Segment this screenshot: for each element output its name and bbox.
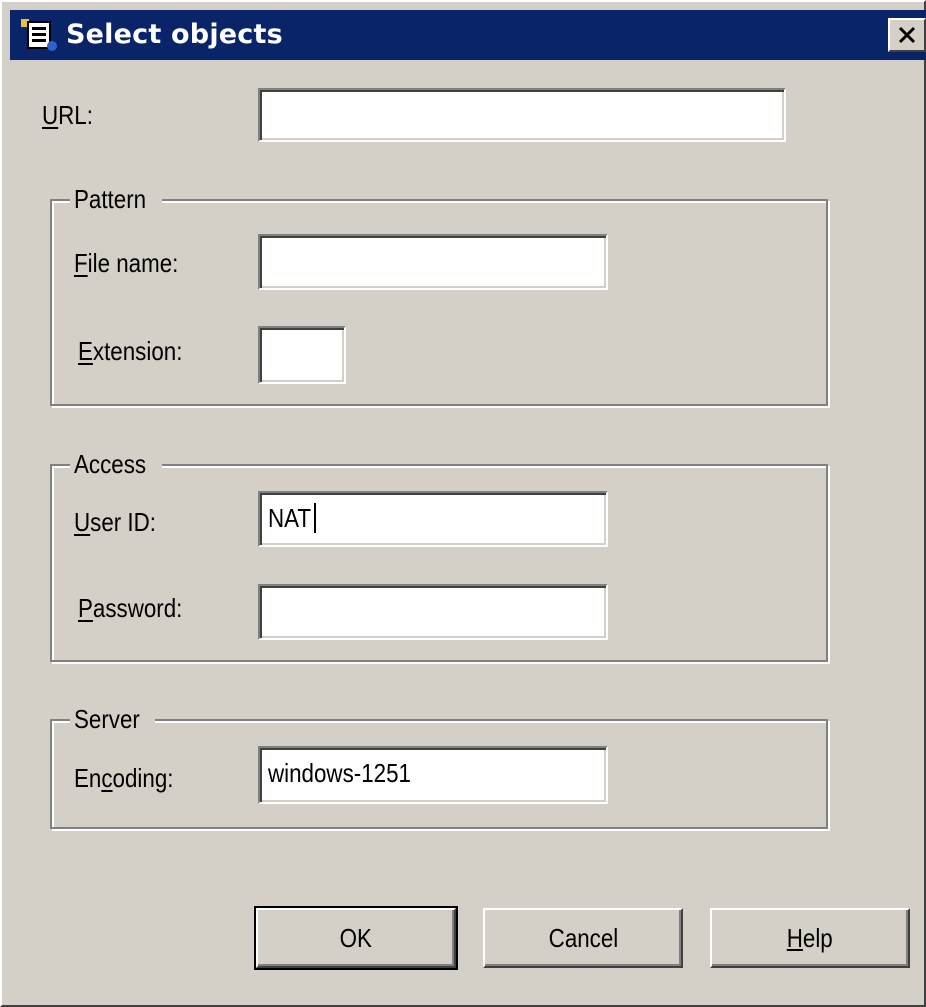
extension-label: Extension: <box>78 336 183 366</box>
file-name-label: File name: <box>74 248 179 278</box>
encoding-label: Encoding: <box>74 763 174 793</box>
cancel-button[interactable]: Cancel <box>483 908 683 968</box>
app-icon <box>21 19 57 51</box>
pattern-group: Pattern <box>50 184 828 406</box>
password-label: Password: <box>78 593 183 623</box>
extension-input[interactable] <box>258 326 346 384</box>
user-id-label: User ID: <box>74 507 157 537</box>
close-button[interactable] <box>888 18 926 52</box>
dialog-title: Select objects <box>66 19 283 50</box>
close-icon <box>898 26 916 44</box>
select-objects-dialog: Select objects URL: Pattern File name: E… <box>0 0 926 1007</box>
encoding-input[interactable]: windows-1251 <box>258 746 608 804</box>
file-name-input[interactable] <box>258 234 608 290</box>
text-caret <box>314 503 317 533</box>
user-id-input[interactable]: NAT <box>258 491 608 547</box>
server-group-title: Server <box>70 704 155 735</box>
ok-button[interactable]: OK <box>254 906 458 970</box>
help-button[interactable]: Help <box>710 908 910 968</box>
access-group-title: Access <box>70 449 162 480</box>
pattern-group-title: Pattern <box>70 184 162 215</box>
url-label: URL: <box>42 100 93 130</box>
title-bar[interactable]: Select objects <box>10 10 926 60</box>
password-input[interactable] <box>258 584 608 640</box>
url-input[interactable] <box>258 88 786 142</box>
